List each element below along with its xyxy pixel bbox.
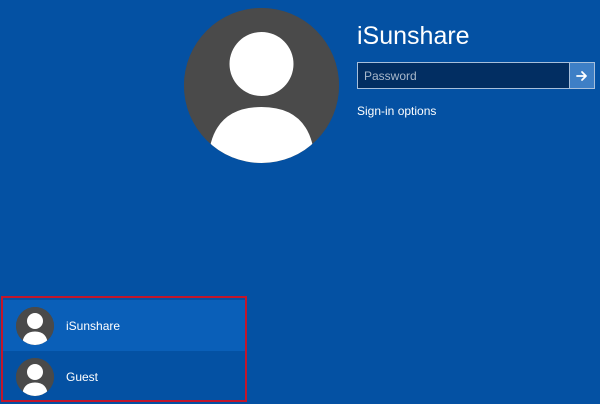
user-item-label: Guest — [66, 369, 99, 384]
avatar — [16, 306, 54, 345]
password-row — [357, 62, 595, 89]
avatar — [16, 357, 54, 396]
user-silhouette-icon — [184, 8, 339, 163]
account-avatar — [184, 8, 339, 163]
user-silhouette-icon — [16, 306, 54, 345]
arrow-right-icon — [576, 70, 587, 81]
user-item-isunshare[interactable]: iSunshare — [3, 300, 245, 351]
password-input[interactable] — [358, 63, 569, 88]
user-item-label: iSunshare — [66, 318, 121, 333]
sign-in-options-link[interactable]: Sign-in options — [357, 104, 436, 118]
user-switcher-list: iSunshare Guest — [1, 296, 247, 402]
account-name: iSunshare — [357, 22, 470, 50]
submit-button[interactable] — [569, 63, 594, 88]
user-silhouette-icon — [16, 357, 54, 396]
user-item-guest[interactable]: Guest — [3, 351, 245, 400]
